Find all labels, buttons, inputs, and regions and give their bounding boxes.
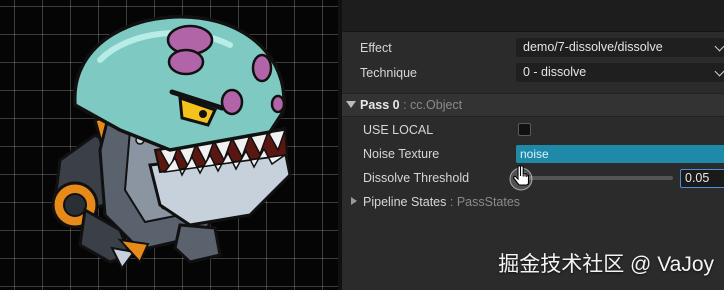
technique-value: 0 - dissolve (523, 65, 587, 79)
watermark-text: 掘金技术社区 @ VaJoy (498, 253, 714, 276)
collapse-triangle-icon[interactable] (346, 101, 356, 108)
pass-type: : cc.Object (403, 98, 463, 112)
inspector-header (342, 0, 724, 32)
scene-viewport[interactable] (0, 0, 340, 290)
technique-label: Technique (360, 66, 417, 80)
dissolve-threshold-slider[interactable] (518, 176, 673, 180)
expand-triangle-icon[interactable] (351, 197, 357, 205)
pass-section-header[interactable]: Pass 0 : cc.Object (342, 93, 724, 117)
noise-texture-label: Noise Texture (363, 147, 440, 161)
use-local-label: USE LOCAL (363, 123, 434, 137)
dropdown-caret-icon (714, 41, 724, 52)
pass-name: Pass 0 (360, 98, 400, 112)
effect-dropdown[interactable]: demo/7-dissolve/dissolve (516, 38, 724, 57)
hand-pointer-icon (509, 165, 533, 191)
effect-label: Effect (360, 41, 392, 55)
pipeline-states-type: : PassStates (449, 195, 521, 209)
dropdown-caret-icon (714, 66, 724, 77)
inspector-panel: Effect demo/7-dissolve/dissolve Techniqu… (342, 0, 724, 290)
dissolve-threshold-label: Dissolve Threshold (363, 171, 470, 185)
technique-dropdown[interactable]: 0 - dissolve (516, 63, 724, 82)
noise-texture-field[interactable]: noise (516, 145, 724, 163)
pipeline-states-name: Pipeline States (363, 195, 447, 209)
effect-value: demo/7-dissolve/dissolve (523, 40, 663, 54)
pass-title: Pass 0 : cc.Object (360, 98, 462, 112)
dissolve-threshold-input[interactable]: 0.05 (680, 169, 724, 188)
monster-sprite (51, 15, 292, 270)
use-local-checkbox[interactable] (518, 123, 531, 136)
pipeline-states-label[interactable]: Pipeline States : PassStates (363, 195, 520, 209)
